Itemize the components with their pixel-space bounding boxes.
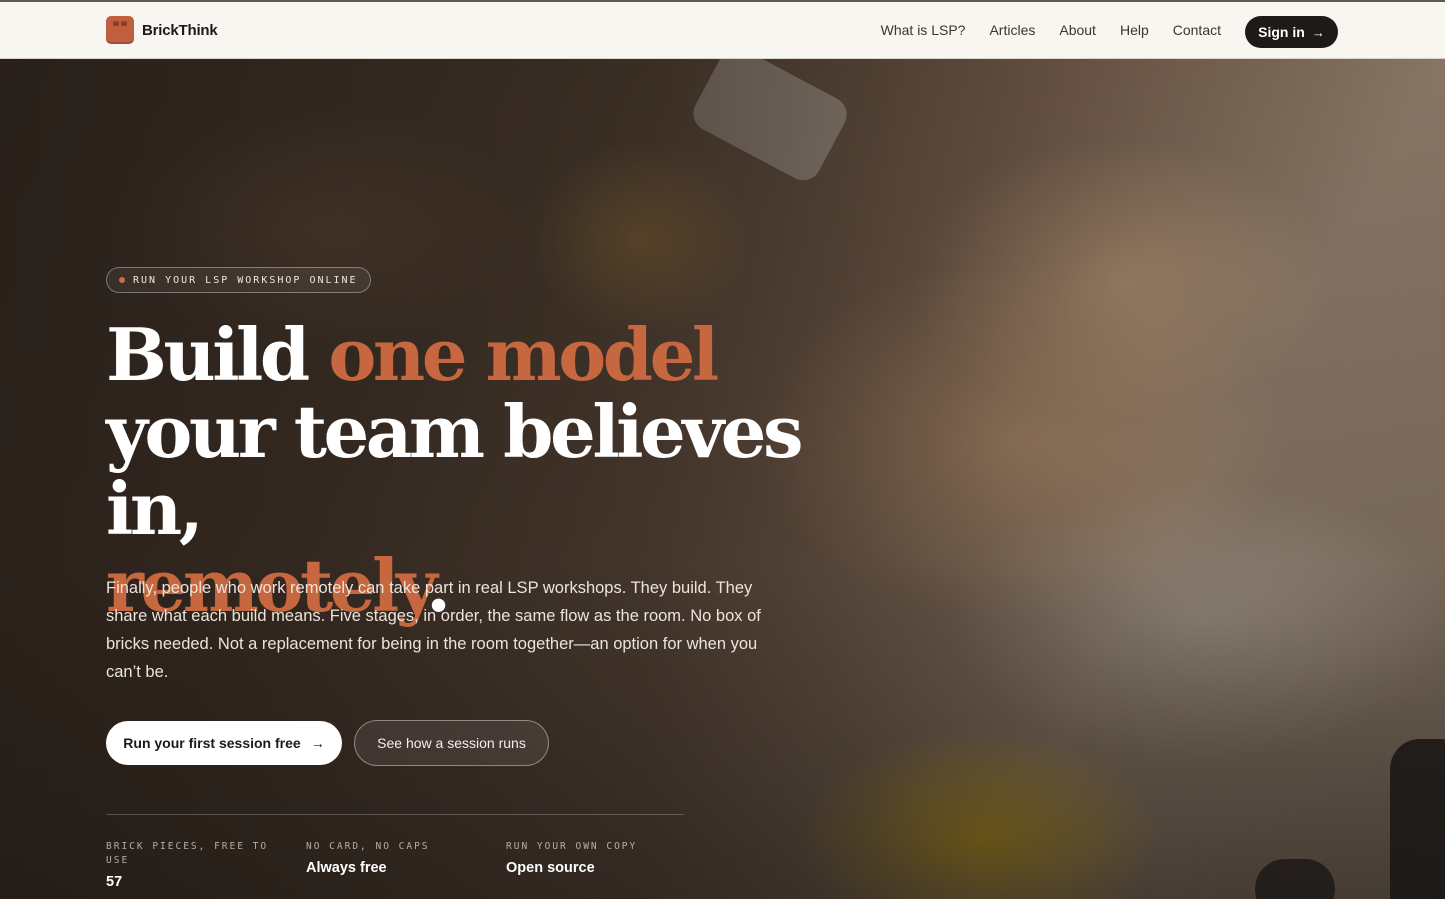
primary-cta-label: Run your first session free [123, 735, 301, 751]
headline-part-1: Build [106, 312, 329, 397]
stats-divider [106, 814, 684, 815]
run-first-session-button[interactable]: Run your first session free → [106, 721, 342, 765]
brand-name: BrickThink [142, 21, 218, 39]
hero-description: Finally, people who work remotely can ta… [106, 579, 761, 681]
stat-label: NO CARD, NO CAPS [306, 841, 430, 852]
nav-link-what-is-lsp[interactable]: What is LSP? [881, 22, 966, 38]
stat-value: 57 [106, 874, 123, 890]
nav-link-help[interactable]: Help [1120, 22, 1149, 38]
nav-link-contact[interactable]: Contact [1173, 22, 1221, 38]
stat-value: Always free [306, 860, 387, 876]
stat-value: Open source [506, 860, 595, 876]
stat-open-source: RUN YOUR OWN COPY Open source [506, 840, 686, 876]
headline-part-2: your team believes in, [106, 389, 804, 551]
top-navigation-bar: BrickThink What is LSP? Articles About H… [0, 0, 1445, 59]
brand-logo[interactable]: BrickThink [106, 16, 218, 44]
secondary-cta-label: See how a session runs [377, 735, 526, 751]
eyebrow-badge: RUN YOUR LSP WORKSHOP ONLINE [106, 267, 371, 293]
status-dot-icon [119, 277, 125, 283]
see-how-session-runs-button[interactable]: See how a session runs [354, 720, 549, 766]
headline-accent-1: one model [328, 312, 719, 397]
stat-brick-pieces: BRICK PIECES, FREE TO USE 57 [106, 840, 286, 890]
brick-logo-icon [106, 16, 134, 44]
stat-label: BRICK PIECES, FREE TO USE [106, 841, 269, 866]
eyebrow-text: RUN YOUR LSP WORKSHOP ONLINE [133, 274, 358, 286]
nav-link-articles[interactable]: Articles [989, 22, 1035, 38]
stat-always-free: NO CARD, NO CAPS Always free [306, 840, 486, 876]
arrow-right-icon: → [1311, 24, 1325, 40]
arrow-right-icon: → [310, 735, 325, 751]
main-nav: What is LSP? Articles About Help Contact [881, 22, 1221, 38]
stat-label: RUN YOUR OWN COPY [506, 841, 638, 852]
nav-link-about[interactable]: About [1059, 22, 1096, 38]
sign-in-button[interactable]: Sign in → [1245, 16, 1338, 48]
sign-in-label: Sign in [1258, 24, 1305, 40]
